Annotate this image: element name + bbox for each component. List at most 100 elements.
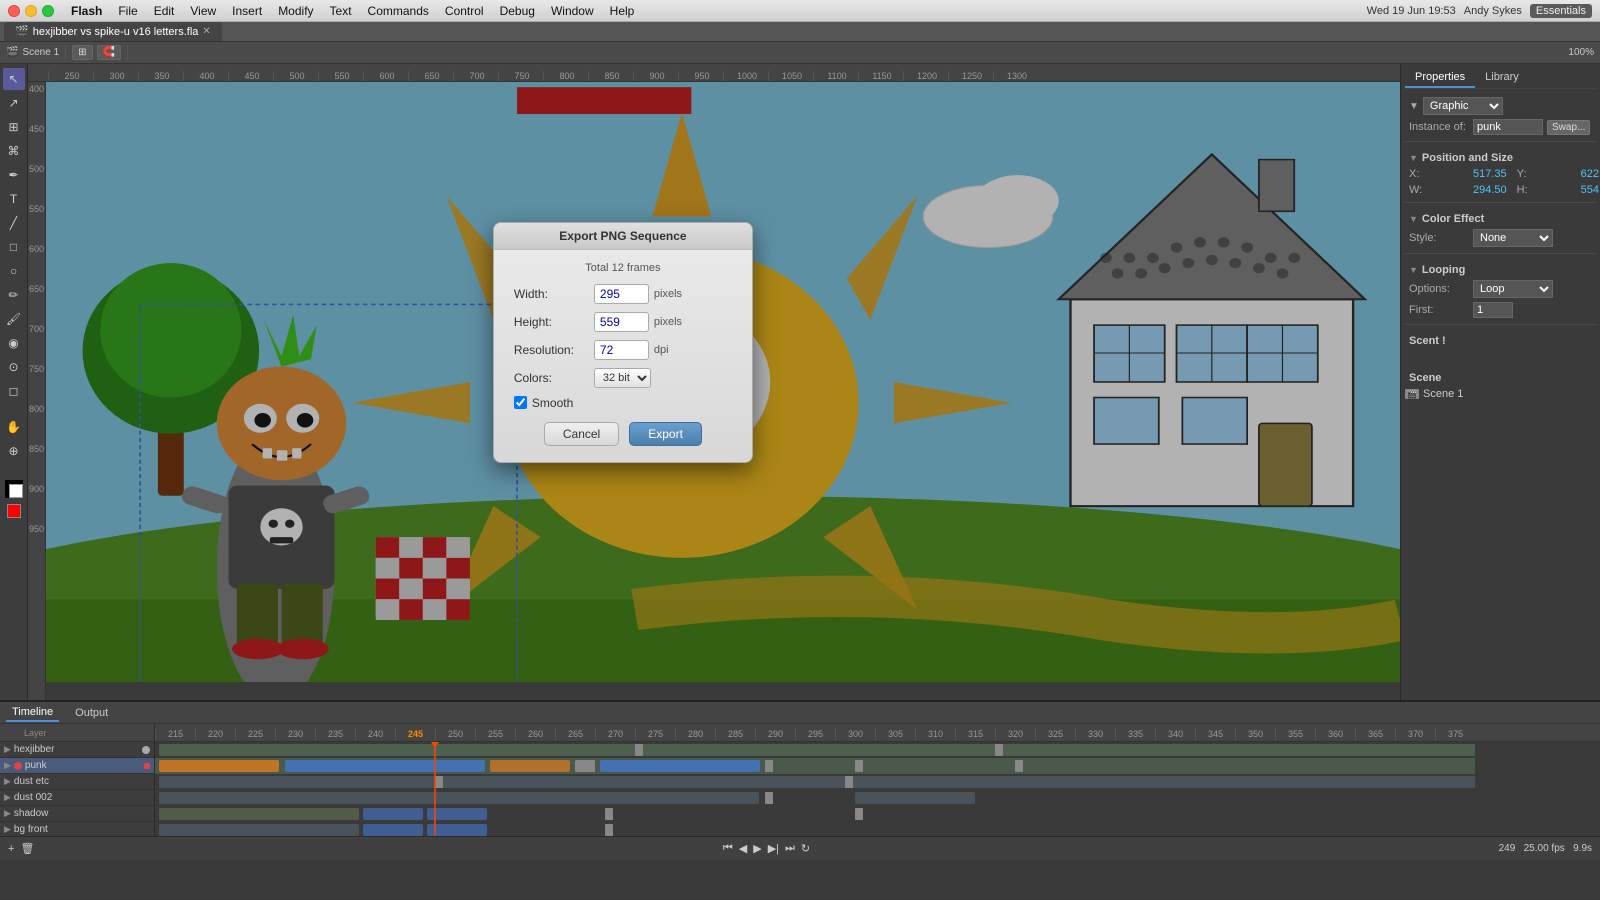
zoom-tool[interactable]: ⊕: [3, 440, 25, 462]
x-label: X:: [1409, 168, 1469, 180]
eraser-tool[interactable]: ◻: [3, 380, 25, 402]
resolution-input[interactable]: [594, 340, 649, 360]
go-end-button[interactable]: ⏭: [785, 842, 795, 855]
rect-tool[interactable]: □: [3, 236, 25, 258]
file-tab[interactable]: 🎬 hexjibber vs spike-u v16 letters.fla ✕: [4, 22, 222, 41]
menu-control[interactable]: Control: [438, 2, 491, 20]
layer-punk[interactable]: ▶ punk: [0, 758, 154, 774]
frame-num: 360: [1315, 729, 1355, 741]
menu-modify[interactable]: Modify: [271, 2, 320, 20]
swap-button[interactable]: Swap...: [1547, 120, 1590, 135]
hand-tool[interactable]: ✋: [3, 416, 25, 438]
magnet-btn[interactable]: 🧲: [97, 45, 121, 60]
pencil-tool[interactable]: ✏: [3, 284, 25, 306]
go-start-button[interactable]: ⏮: [723, 842, 733, 855]
eyedropper-tool[interactable]: ⊙: [3, 356, 25, 378]
play-button[interactable]: ▶: [753, 842, 761, 855]
h-value: 554.70: [1581, 184, 1600, 196]
menu-bar: Flash File Edit View Insert Modify Text …: [0, 0, 1600, 22]
minimize-button[interactable]: [25, 5, 37, 17]
delete-layer-button[interactable]: 🗑: [20, 842, 34, 855]
ruler-mark: 950: [678, 71, 723, 81]
add-layer-button[interactable]: +: [8, 843, 14, 855]
menu-help[interactable]: Help: [603, 2, 642, 20]
height-input[interactable]: [594, 312, 649, 332]
brush-tool[interactable]: 🖌: [3, 308, 25, 330]
output-tab[interactable]: Output: [69, 705, 114, 721]
subselect-tool[interactable]: ↗: [3, 92, 25, 114]
timeline-frames[interactable]: 215 220 225 230 235 240 245 250 255 260 …: [155, 724, 1600, 836]
position-xy-row: X: 517.35 Y: 622.35: [1405, 166, 1596, 182]
menu-text[interactable]: Text: [323, 2, 359, 20]
menu-edit[interactable]: Edit: [147, 2, 182, 20]
frame-num: 345: [1195, 729, 1235, 741]
layer-hexjibber[interactable]: ▶ hexjibber: [0, 742, 154, 758]
line-tool[interactable]: ╱: [3, 212, 25, 234]
scene-label: Scene 1: [22, 47, 59, 58]
frame-ruler: 215 220 225 230 235 240 245 250 255 260 …: [155, 724, 1600, 742]
paint-bucket-tool[interactable]: ◉: [3, 332, 25, 354]
cancel-button[interactable]: Cancel: [544, 422, 619, 446]
layer-name-hexjibber: hexjibber: [14, 744, 139, 755]
layer-visibility-dot[interactable]: [142, 746, 150, 754]
layer-expand-icon-shadow: ▶: [4, 808, 11, 819]
smooth-checkbox[interactable]: [514, 396, 527, 409]
scene-item[interactable]: 🎬 Scene 1: [1405, 386, 1596, 402]
stroke-color[interactable]: [5, 480, 23, 498]
frame-num: 370: [1395, 729, 1435, 741]
snap-btn[interactable]: ⊞: [72, 45, 92, 60]
export-button[interactable]: Export: [629, 422, 702, 446]
lasso-tool[interactable]: ⌘: [3, 140, 25, 162]
loop-options-select[interactable]: LoopPlay OnceSingle Frame: [1473, 280, 1553, 298]
tab-properties[interactable]: Properties: [1405, 68, 1475, 88]
pen-tool[interactable]: ✒: [3, 164, 25, 186]
layer-dust002[interactable]: ▶ dust 002: [0, 790, 154, 806]
looping-chevron: ▼: [1409, 265, 1418, 275]
instance-type-select[interactable]: GraphicMovie ClipButton: [1423, 97, 1503, 115]
menu-insert[interactable]: Insert: [225, 2, 269, 20]
step-forward-button[interactable]: ▶|: [768, 842, 779, 855]
essentials-button[interactable]: Essentials: [1530, 4, 1592, 18]
frame-num: 325: [1035, 729, 1075, 741]
ruler-mark: 500: [273, 71, 318, 81]
close-button[interactable]: [8, 5, 20, 17]
height-unit: pixels: [654, 316, 682, 328]
width-unit: pixels: [654, 288, 682, 300]
layer-bgfront[interactable]: ▶ bg front: [0, 822, 154, 836]
maximize-button[interactable]: [42, 5, 54, 17]
menu-view[interactable]: View: [183, 2, 223, 20]
username: Andy Sykes: [1464, 5, 1522, 17]
scent-section: Scent !: [1405, 332, 1596, 349]
width-input[interactable]: [594, 284, 649, 304]
timeline-header: Timeline Output: [0, 702, 1600, 724]
menu-file[interactable]: File: [111, 2, 144, 20]
menu-commands[interactable]: Commands: [361, 2, 436, 20]
fill-color[interactable]: [7, 504, 21, 518]
right-panel: Properties Library ▼ GraphicMovie ClipBu…: [1400, 64, 1600, 700]
arrow-tool[interactable]: ↖: [3, 68, 25, 90]
loop-button[interactable]: ↻: [801, 842, 810, 855]
text-tool[interactable]: T: [3, 188, 25, 210]
timeline-tab[interactable]: Timeline: [6, 704, 59, 722]
colors-select[interactable]: 8 bit 24 bit 32 bit: [594, 368, 651, 388]
loop-first-input[interactable]: [1473, 302, 1513, 318]
scene-canvas[interactable]: Export PNG Sequence Total 12 frames Widt…: [46, 82, 1400, 682]
file-tab-close[interactable]: ✕: [202, 26, 210, 37]
pos-size-title: Position and Size: [1422, 152, 1513, 164]
step-back-button[interactable]: ◀: [739, 842, 747, 855]
style-select[interactable]: NoneBrightnessTintAdvancedAlpha: [1473, 229, 1553, 247]
free-transform-tool[interactable]: ⊞: [3, 116, 25, 138]
layer-dustetc[interactable]: ▶ dust etc: [0, 774, 154, 790]
menu-debug[interactable]: Debug: [493, 2, 542, 20]
menu-window[interactable]: Window: [544, 2, 601, 20]
oval-tool[interactable]: ○: [3, 260, 25, 282]
layer-shadow[interactable]: ▶ shadow: [0, 806, 154, 822]
ruler-mark: 1300: [993, 71, 1038, 81]
height-label: Height:: [514, 315, 594, 329]
menu-flash[interactable]: Flash: [64, 2, 109, 20]
instance-name-input[interactable]: [1473, 119, 1543, 135]
tab-library[interactable]: Library: [1475, 68, 1529, 88]
tab-bar: 🎬 hexjibber vs spike-u v16 letters.fla ✕: [0, 22, 1600, 42]
frame-num: 280: [675, 729, 715, 741]
layer-name-dustetc: dust etc: [14, 776, 150, 787]
